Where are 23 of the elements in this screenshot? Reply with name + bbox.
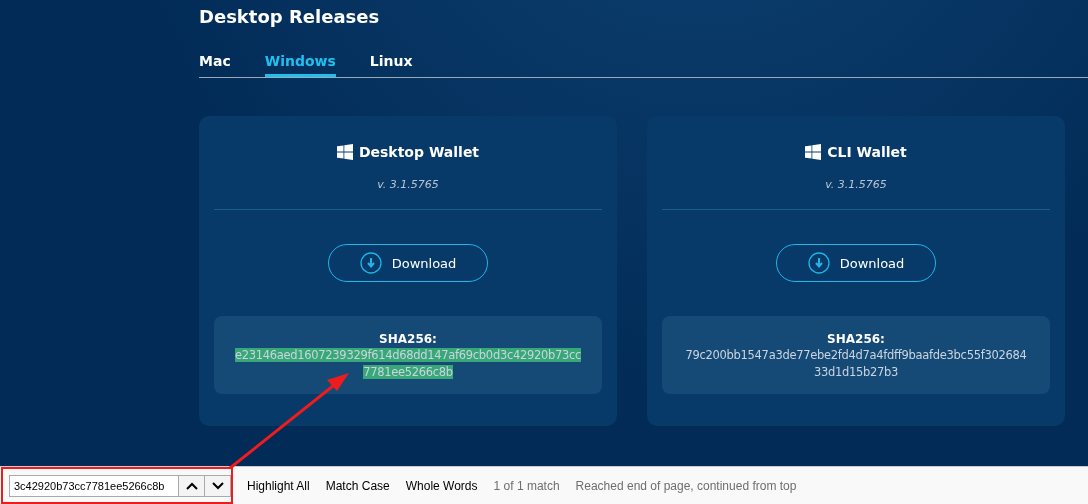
windows-logo-icon bbox=[805, 144, 822, 160]
find-option-button[interactable]: Whole Words bbox=[405, 478, 478, 493]
hash-value: 79c200bb1547a3de77ebe2fd4d7a4fdff9baafde3bc55f302684 bbox=[685, 348, 1027, 362]
platform-tab[interactable]: Mac bbox=[199, 50, 231, 77]
platform-tab[interactable]: Windows bbox=[264, 50, 336, 77]
hash-label: SHA256: bbox=[378, 332, 438, 346]
download-icon bbox=[807, 252, 830, 274]
windows-logo-icon bbox=[336, 144, 353, 160]
card-title: CLI Wallet bbox=[827, 144, 907, 160]
find-status: Reached end of page, continued from top bbox=[575, 478, 797, 493]
hash-label: SHA256: bbox=[826, 332, 886, 346]
download-icon bbox=[359, 252, 382, 274]
version-text: v. 3.1.5765 bbox=[825, 178, 887, 191]
match-count: 1 of 1 match bbox=[493, 478, 560, 493]
find-option-button[interactable]: Highlight All bbox=[247, 478, 310, 493]
platform-tab[interactable]: Linux bbox=[369, 50, 413, 77]
hash-value: e23146aed1607239329f614d68dd147af69cb0d3c42920b73cc bbox=[234, 348, 582, 362]
card-title: Desktop Wallet bbox=[358, 144, 480, 160]
hash-value: 7781ee5266c8b bbox=[363, 365, 453, 379]
page-title: Desktop Releases bbox=[199, 6, 381, 29]
find-option-button[interactable]: Match Case bbox=[325, 478, 390, 493]
version-text: v. 3.1.5765 bbox=[377, 178, 439, 191]
hash-value: 33d1d15b27b3 bbox=[813, 365, 899, 379]
